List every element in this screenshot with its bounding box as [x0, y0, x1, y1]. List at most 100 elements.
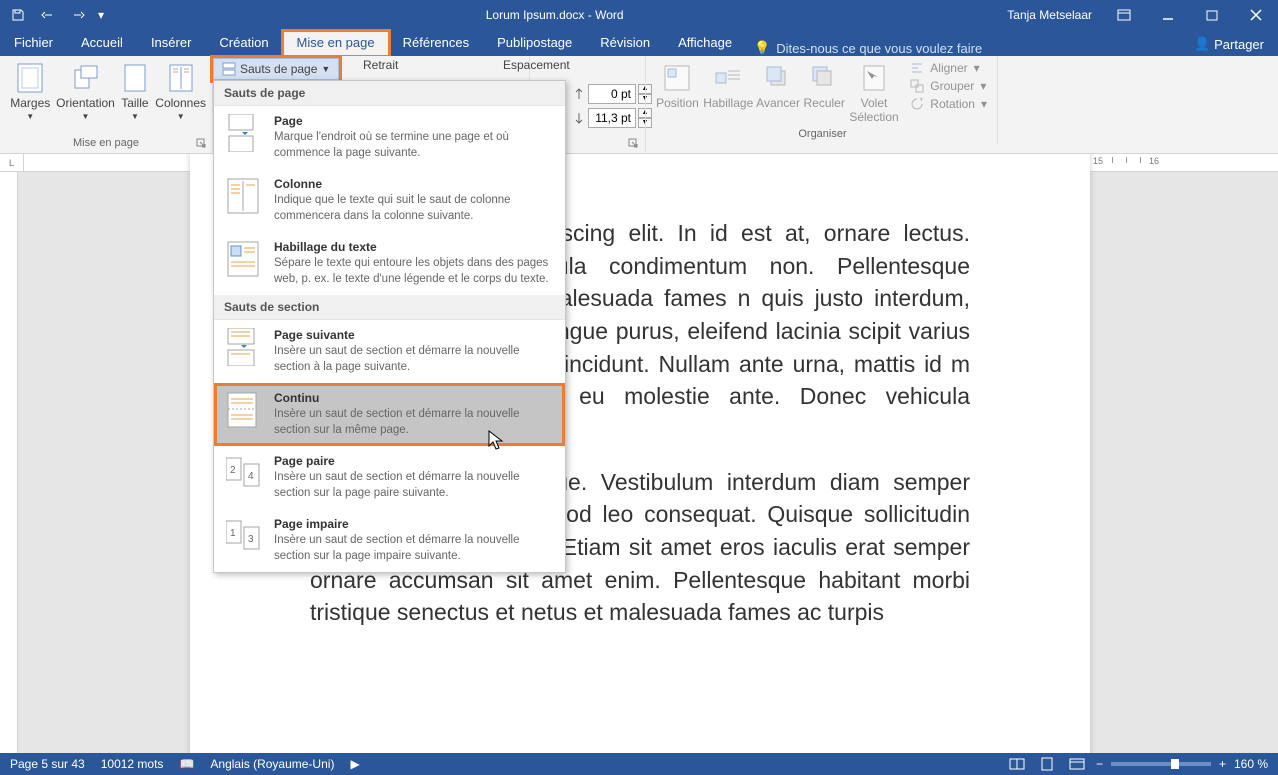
habillage-button[interactable]: Habillage	[703, 60, 754, 112]
ribbon-options-icon[interactable]	[1102, 0, 1146, 30]
status-page[interactable]: Page 5 sur 43	[10, 757, 85, 771]
tell-me-label: Dites-nous ce que vous voulez faire	[776, 41, 982, 56]
zoom-in-button[interactable]: +	[1219, 757, 1226, 771]
qat-dropdown-icon[interactable]: ▾	[94, 3, 108, 27]
column-break-icon	[224, 177, 262, 215]
status-bar: Page 5 sur 43 10012 mots 📖 Anglais (Roya…	[0, 753, 1278, 775]
dd-title: Page paire	[274, 454, 555, 468]
tab-mise-en-page[interactable]: Mise en page	[283, 31, 389, 56]
avancer-button[interactable]: Avancer	[756, 60, 801, 112]
window-title: Lorum Ipsum.docx - Word	[112, 8, 997, 22]
titlebar: ▾ Lorum Ipsum.docx - Word Tanja Metselaa…	[0, 0, 1278, 30]
taille-button[interactable]: Taille▼	[117, 60, 154, 123]
group-icon	[910, 79, 924, 93]
maximize-icon[interactable]	[1190, 0, 1234, 30]
orientation-button[interactable]: Orientation▼	[57, 60, 115, 123]
status-words[interactable]: 10012 mots	[101, 757, 164, 771]
group-arrange-label: Organiser	[654, 126, 991, 142]
dd-desc: Insère un saut de section et démarre la …	[274, 344, 555, 375]
close-icon[interactable]	[1234, 0, 1278, 30]
dd-desc: Marque l'endroit où se termine une page …	[274, 130, 555, 161]
tab-affichage[interactable]: Affichage	[664, 31, 746, 56]
text-wrap-break-icon	[224, 240, 262, 278]
share-button[interactable]: 👤 Partager	[1180, 32, 1278, 56]
redo-icon[interactable]	[64, 3, 92, 27]
selection-pane-icon	[858, 62, 890, 94]
macro-icon[interactable]: ▶	[350, 757, 359, 771]
save-icon[interactable]	[4, 3, 32, 27]
dd-title: Habillage du texte	[274, 240, 555, 254]
rotation-button[interactable]: Rotation ▾	[906, 96, 991, 112]
tab-fichier[interactable]: Fichier	[0, 31, 67, 56]
svg-text:2: 2	[230, 465, 236, 476]
undo-icon[interactable]	[34, 3, 62, 27]
volet-selection-button[interactable]: Volet Sélection	[848, 60, 901, 126]
grouper-button[interactable]: Grouper ▾	[906, 78, 991, 94]
grouper-label: Grouper	[930, 79, 974, 93]
dd-title: Colonne	[274, 177, 555, 191]
orientation-icon	[70, 62, 102, 94]
tab-revision[interactable]: Révision	[586, 31, 664, 56]
tab-accueil[interactable]: Accueil	[67, 31, 137, 56]
dd-desc: Insère un saut de section et démarre la …	[274, 407, 555, 438]
dd-item-page-impaire[interactable]: 13 Page impaireInsère un saut de section…	[214, 509, 565, 572]
position-label: Position	[656, 96, 699, 110]
paragraph-launcher-icon[interactable]	[628, 137, 642, 151]
dd-desc: Insère un saut de section et démarre la …	[274, 533, 555, 564]
view-print-icon[interactable]	[1036, 755, 1058, 773]
dd-item-page[interactable]: Page Marque l'endroit où se termine une p…	[214, 106, 565, 169]
dd-title: Page	[274, 114, 555, 128]
zoom-level[interactable]: 160 %	[1234, 757, 1268, 771]
ruler-corner: L	[0, 154, 24, 172]
position-icon	[661, 62, 693, 94]
page-break-icon	[224, 114, 262, 152]
position-button[interactable]: Position	[654, 60, 701, 112]
dd-item-page-suivante[interactable]: Page suivanteInsère un saut de section e…	[214, 320, 565, 383]
svg-text:3: 3	[248, 534, 254, 545]
dd-desc: Sépare le texte qui entoure les objets d…	[274, 256, 555, 287]
user-name[interactable]: Tanja Metselaar	[997, 8, 1102, 22]
tab-inserer[interactable]: Insérer	[137, 31, 205, 56]
dd-desc: Insère un saut de section et démarre la …	[274, 470, 555, 501]
colonnes-button[interactable]: Colonnes▼	[155, 60, 206, 123]
reculer-label: Reculer	[803, 96, 844, 110]
page-setup-launcher-icon[interactable]	[196, 137, 210, 151]
dd-title: Page impaire	[274, 517, 555, 531]
reculer-button[interactable]: Reculer	[803, 60, 846, 112]
group-page-setup-label: Mise en page	[6, 135, 206, 151]
habillage-label: Habillage	[703, 96, 753, 110]
tab-references[interactable]: Références	[389, 31, 483, 56]
view-read-icon[interactable]	[1006, 755, 1028, 773]
svg-text:1: 1	[230, 528, 236, 539]
share-label: Partager	[1214, 37, 1264, 52]
window-controls	[1102, 0, 1278, 30]
zoom-slider[interactable]	[1111, 762, 1211, 766]
aligner-label: Aligner	[930, 61, 967, 75]
ruler-vertical[interactable]	[0, 172, 18, 753]
minimize-icon[interactable]	[1146, 0, 1190, 30]
volet-label: Volet Sélection	[848, 96, 901, 124]
orientation-label: Orientation	[56, 96, 115, 110]
columns-icon	[165, 62, 197, 94]
view-web-icon[interactable]	[1066, 755, 1088, 773]
dd-section-section-breaks: Sauts de section	[214, 295, 565, 320]
group-page-setup: Marges▼ Orientation▼ Taille▼ Colonnes▼ M…	[0, 56, 213, 153]
odd-page-section-icon: 13	[224, 517, 262, 555]
quick-access-toolbar: ▾	[0, 3, 112, 27]
wrap-icon	[712, 62, 744, 94]
dd-item-continu[interactable]: ContinuInsère un saut de section et déma…	[214, 383, 565, 446]
tell-me[interactable]: 💡 Dites-nous ce que vous voulez faire	[754, 40, 1180, 56]
dd-section-page-breaks: Sauts de page	[214, 81, 565, 106]
size-icon	[119, 62, 151, 94]
marges-button[interactable]: Marges▼	[6, 60, 55, 123]
status-language[interactable]: Anglais (Royaume-Uni)	[210, 757, 334, 771]
dd-item-habillage[interactable]: Habillage du texte Sépare le texte qui en…	[214, 232, 565, 295]
marges-label: Marges	[10, 96, 50, 110]
aligner-button[interactable]: Aligner ▾	[906, 60, 991, 76]
spellcheck-icon[interactable]: 📖	[179, 757, 194, 771]
dd-item-colonne[interactable]: ColonneIndique que le texte qui suit le …	[214, 169, 565, 232]
tab-publipostage[interactable]: Publipostage	[483, 31, 586, 56]
zoom-out-button[interactable]: −	[1096, 757, 1103, 771]
dd-item-page-paire[interactable]: 24 Page paireInsère un saut de section e…	[214, 446, 565, 509]
tab-creation[interactable]: Création	[205, 31, 282, 56]
